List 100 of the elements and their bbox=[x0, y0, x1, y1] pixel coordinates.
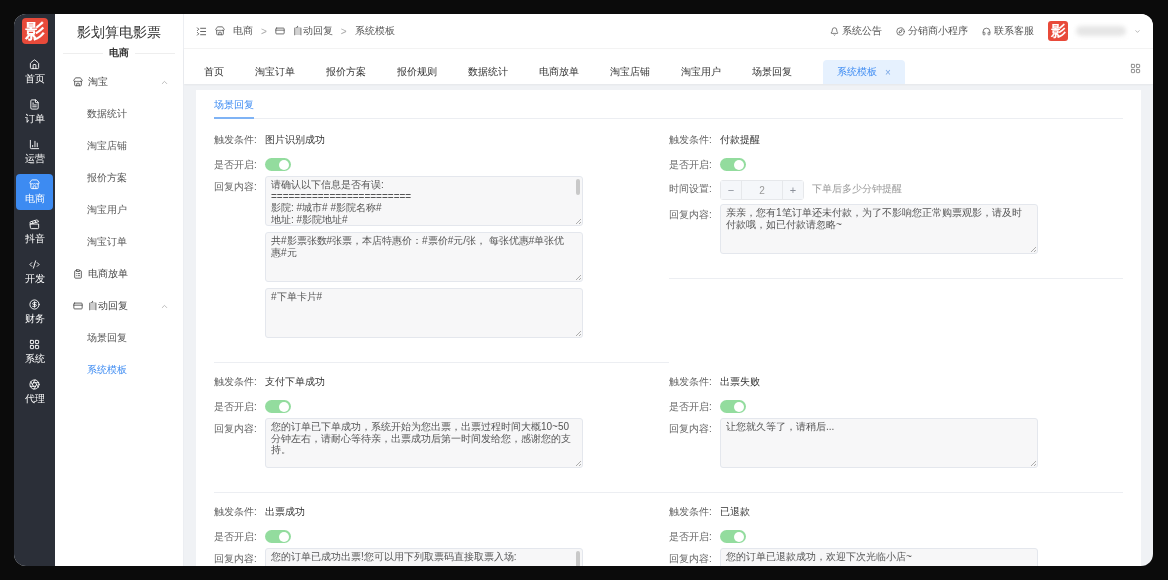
toggle-switch[interactable] bbox=[265, 400, 291, 413]
breadcrumb-separator: > bbox=[340, 25, 347, 37]
field-label: 是否开启: bbox=[669, 400, 713, 413]
store-icon bbox=[215, 26, 225, 36]
field-label: 是否开启: bbox=[214, 158, 258, 171]
scrollbar-thumb[interactable] bbox=[576, 179, 580, 195]
menu-item[interactable]: 淘宝用户 bbox=[55, 194, 183, 226]
field-label: 回复内容: bbox=[214, 180, 258, 193]
menu-group[interactable]: 电商放单 bbox=[55, 258, 183, 290]
reply-textarea[interactable]: #下单卡片# bbox=[265, 288, 583, 338]
page-tab[interactable]: 数据统计 bbox=[468, 60, 508, 84]
hint-text: 下单后多少分钟提醒 bbox=[812, 182, 902, 196]
page-tab[interactable]: 报价方案 bbox=[326, 60, 366, 84]
resize-handle-icon[interactable] bbox=[575, 460, 581, 466]
rail-item[interactable]: 订单 bbox=[16, 94, 53, 130]
menu-group[interactable]: 自动回复 bbox=[55, 290, 183, 322]
header-link[interactable]: 联系客服 bbox=[982, 24, 1034, 38]
rail-item[interactable]: 开发 bbox=[16, 254, 53, 290]
document-icon bbox=[29, 98, 40, 110]
card-icon bbox=[274, 26, 285, 36]
coin-icon bbox=[29, 298, 40, 310]
grid-icon[interactable] bbox=[1130, 63, 1141, 74]
field-label: 时间设置: bbox=[669, 182, 713, 196]
page-tab[interactable]: 报价规则 bbox=[397, 60, 437, 84]
field-label: 是否开启: bbox=[214, 400, 258, 413]
toggle-switch[interactable] bbox=[720, 400, 746, 413]
app-title: 影划算电影票 bbox=[76, 23, 162, 42]
code-icon bbox=[29, 258, 40, 270]
resize-handle-icon[interactable] bbox=[575, 330, 581, 336]
breadcrumb-item[interactable]: 电商 bbox=[233, 24, 253, 38]
page-tab[interactable]: 淘宝用户 bbox=[681, 60, 721, 84]
menu-item[interactable]: 淘宝店铺 bbox=[55, 130, 183, 162]
field-label: 是否开启: bbox=[669, 158, 713, 171]
header-link[interactable]: 系统公告 bbox=[830, 24, 882, 38]
page-tab[interactable]: 场景回复 bbox=[752, 60, 792, 84]
field-label: 回复内容: bbox=[214, 422, 258, 435]
trigger-value: 已退款 bbox=[720, 505, 750, 518]
trigger-value: 图片识别成功 bbox=[265, 133, 325, 146]
trigger-value: 出票失败 bbox=[720, 375, 760, 388]
menu-item[interactable]: 数据统计 bbox=[55, 98, 183, 130]
trigger-value: 出票成功 bbox=[265, 505, 305, 518]
menu-group[interactable]: 淘宝 bbox=[55, 66, 183, 98]
field-label: 回复内容: bbox=[669, 422, 713, 435]
resize-handle-icon[interactable] bbox=[575, 274, 581, 280]
rail-item[interactable]: 运营 bbox=[16, 134, 53, 170]
menu-fold-icon[interactable] bbox=[196, 25, 207, 37]
bar-chart-icon bbox=[29, 138, 40, 150]
clipboard-icon bbox=[73, 269, 83, 279]
trigger-value: 支付下单成功 bbox=[265, 375, 325, 388]
reply-textarea[interactable]: 请确认以下信息是否有误: ======================== 影院: #城市# #影院名称# 地址: #影院地址# bbox=[265, 176, 583, 226]
menu-item[interactable]: 场景回复 bbox=[55, 322, 183, 354]
menu-item[interactable]: 淘宝订单 bbox=[55, 226, 183, 258]
caret-icon[interactable] bbox=[1134, 27, 1141, 35]
menu-item[interactable]: 系统模板 bbox=[55, 354, 183, 386]
avatar-logo[interactable]: 影 bbox=[1048, 21, 1068, 41]
breadcrumb-item[interactable]: 自动回复 bbox=[292, 24, 333, 38]
page-tab[interactable]: 电商放单 bbox=[539, 60, 579, 84]
section-tab[interactable]: 场景回复 bbox=[214, 98, 254, 119]
field-label: 触发条件: bbox=[669, 375, 713, 388]
compass-icon bbox=[896, 26, 905, 36]
field-label: 是否开启: bbox=[214, 530, 258, 543]
header-link[interactable]: 分销商小程序 bbox=[896, 24, 968, 38]
toggle-switch[interactable] bbox=[265, 158, 291, 171]
page-tab[interactable]: 首页 bbox=[204, 60, 224, 84]
breadcrumb-item[interactable]: 系统模板 bbox=[354, 24, 395, 38]
redacted-name bbox=[1076, 26, 1126, 36]
field-label: 触发条件: bbox=[669, 505, 713, 518]
breadcrumb-separator: > bbox=[261, 25, 267, 37]
toggle-switch[interactable] bbox=[720, 530, 746, 543]
rail-item[interactable]: 代理 bbox=[16, 374, 53, 410]
resize-handle-icon[interactable] bbox=[575, 218, 581, 224]
menu-item[interactable]: 报价方案 bbox=[55, 162, 183, 194]
rail-item[interactable]: 抖音 bbox=[16, 214, 53, 250]
toggle-switch[interactable] bbox=[720, 158, 746, 171]
page-tab[interactable]: 淘宝店铺 bbox=[610, 60, 650, 84]
page-tab[interactable]: 淘宝订单 bbox=[255, 60, 295, 84]
field-label: 触发条件: bbox=[669, 133, 713, 146]
rail-item[interactable]: 首页 bbox=[16, 54, 53, 90]
field-label: 回复内容: bbox=[669, 208, 713, 221]
reply-textarea[interactable]: 亲亲，您有1笔订单还未付款，为了不影响您正常购票观影，请及时付款哦，如已付款请忽略~ bbox=[720, 204, 1038, 254]
field-label: 回复内容: bbox=[214, 552, 258, 565]
reply-textarea[interactable]: 您的订单已退款成功，欢迎下次光临小店~ bbox=[720, 548, 1038, 566]
reply-textarea[interactable]: 您的订单已下单成功，系统开始为您出票，出票过程时间大概10~50分钟左右，请耐心等待亲，出票成功后第一时间发给您，感谢您的支持。 bbox=[265, 418, 583, 468]
field-label: 触发条件: bbox=[214, 375, 258, 388]
rail-item[interactable]: 财务 bbox=[16, 294, 53, 330]
field-label: 回复内容: bbox=[669, 552, 713, 565]
store-icon bbox=[29, 178, 40, 190]
resize-handle-icon[interactable] bbox=[1030, 246, 1036, 252]
toggle-switch[interactable] bbox=[265, 530, 291, 543]
scrollbar-thumb[interactable] bbox=[576, 551, 580, 566]
field-label: 是否开启: bbox=[669, 530, 713, 543]
logo: 影 bbox=[21, 18, 48, 44]
rail-item[interactable]: 系统 bbox=[16, 334, 53, 370]
card-icon bbox=[73, 301, 83, 311]
reply-textarea[interactable]: 让您就久等了，请稍后... bbox=[720, 418, 1038, 468]
reply-textarea[interactable]: 共#影票张数#张票，本店特惠价：#票价#元/张， 每张优惠#单张优惠#元 bbox=[265, 232, 583, 282]
grid-icon bbox=[29, 338, 40, 350]
reply-textarea[interactable]: 您的订单已成功出票!您可以用下列取票码直接取票入场: bbox=[265, 548, 583, 566]
resize-handle-icon[interactable] bbox=[1030, 460, 1036, 466]
field-label: 触发条件: bbox=[214, 505, 258, 518]
